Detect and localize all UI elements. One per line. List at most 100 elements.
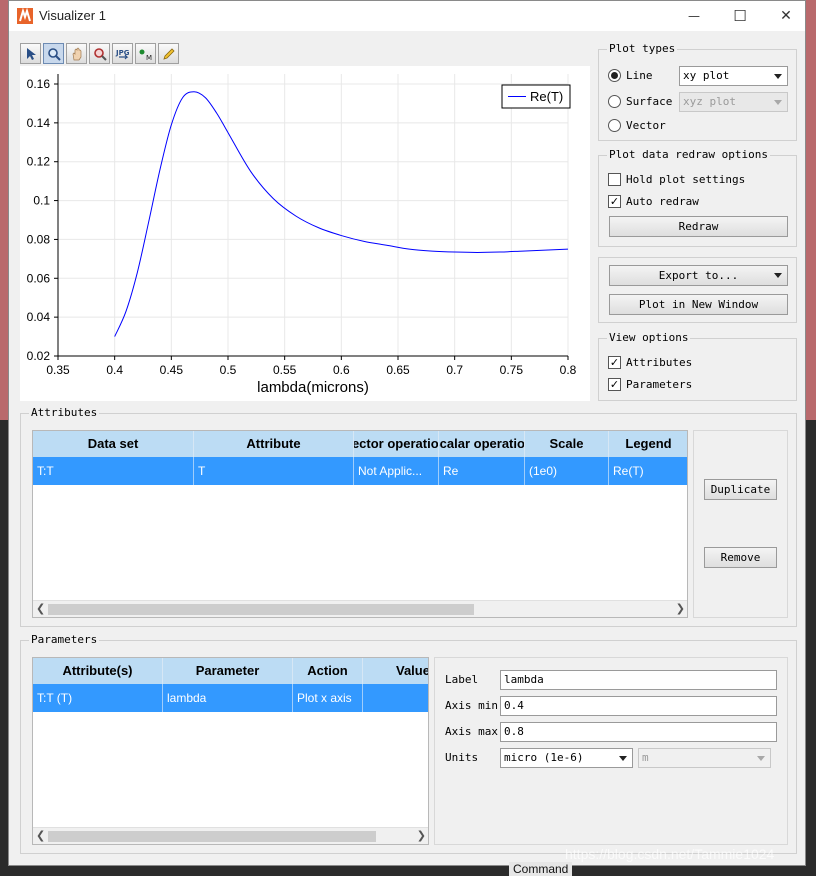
- attributes-title: Attributes: [29, 406, 100, 419]
- export-to-button[interactable]: Export to...: [609, 265, 788, 286]
- cell-attributes: T:T (T): [33, 684, 163, 712]
- axis-min-label: Axis min: [445, 699, 498, 712]
- view-options-title: View options: [607, 331, 691, 344]
- parameters-table-header: Attribute(s) Parameter Action Value: [33, 658, 428, 684]
- unit-symbol-combo: m: [638, 748, 771, 768]
- parameters-checkbox[interactable]: ✓: [608, 378, 621, 391]
- column-header-parameter[interactable]: Parameter: [163, 658, 293, 684]
- parameters-group: Parameters Attribute(s) Parameter Action…: [20, 633, 797, 854]
- pencil-button[interactable]: [158, 43, 179, 64]
- export-jpg-button[interactable]: JPG: [112, 43, 133, 64]
- x-tick-label: 0.5: [220, 363, 237, 377]
- surface-plot-combo: xyz plot: [679, 92, 788, 112]
- attributes-table[interactable]: Data set Attribute Vector operation Scal…: [32, 430, 688, 618]
- auto-redraw-checkbox[interactable]: ✓: [608, 195, 621, 208]
- scroll-right-icon[interactable]: ❯: [676, 602, 685, 615]
- close-button[interactable]: ✕: [763, 1, 805, 31]
- parameters-table[interactable]: Attribute(s) Parameter Action Value T:T …: [32, 657, 429, 845]
- units-combo[interactable]: micro (1e-6): [500, 748, 633, 768]
- parameters-horizontal-scrollbar[interactable]: ❮ ❯: [33, 827, 428, 844]
- x-tick-label: 0.45: [160, 363, 184, 377]
- column-header-legend[interactable]: Legend: [609, 431, 687, 457]
- surface-radio[interactable]: [608, 95, 621, 108]
- window-title: Visualizer 1: [39, 8, 106, 23]
- cell-value: [363, 684, 428, 712]
- label-input[interactable]: lambda: [500, 670, 777, 690]
- export-group: Export to... Plot in New Window: [598, 257, 797, 323]
- duplicate-button[interactable]: Duplicate: [704, 479, 777, 500]
- visualizer-window: Visualizer 1 — ☐ ✕ JPG M 0.35 0.4 0.45 0.5 0…: [8, 0, 806, 866]
- line-plot-combo-value: xy plot: [683, 69, 730, 82]
- close-icon: ✕: [780, 8, 792, 24]
- vector-radio[interactable]: [608, 119, 621, 132]
- cell-data-set: T:T: [33, 457, 194, 485]
- column-header-scale[interactable]: Scale: [525, 431, 609, 457]
- data-marker-button[interactable]: M: [135, 43, 156, 64]
- axis-min-input[interactable]: 0.4: [500, 696, 777, 716]
- column-header-scalar-operation[interactable]: Scalar operation: [439, 431, 525, 457]
- parameters-title: Parameters: [29, 633, 100, 646]
- x-tick-label: 0.6: [333, 363, 350, 377]
- remove-button[interactable]: Remove: [704, 547, 777, 568]
- pan-hand-icon: [72, 47, 81, 60]
- attributes-group: Attributes Data set Attribute Vector ope…: [20, 406, 797, 627]
- line-radio[interactable]: [608, 69, 621, 82]
- surface-plot-combo-value: xyz plot: [683, 95, 736, 108]
- scrollbar-thumb[interactable]: [48, 604, 474, 615]
- pencil-icon: [162, 47, 175, 60]
- column-header-action[interactable]: Action: [293, 658, 363, 684]
- column-header-attributes[interactable]: Attribute(s): [33, 658, 163, 684]
- attributes-checkbox[interactable]: ✓: [608, 356, 621, 369]
- pan-button[interactable]: [66, 43, 87, 64]
- scroll-left-icon[interactable]: ❮: [36, 829, 45, 842]
- line-plot-combo[interactable]: xy plot: [679, 66, 788, 86]
- hold-plot-checkbox[interactable]: [608, 173, 621, 186]
- x-axis-label: lambda(microns): [257, 379, 369, 396]
- redraw-options-title: Plot data redraw options: [607, 148, 770, 161]
- line-chart: 0.35 0.4 0.45 0.5 0.55 0.6 0.65 0.7 0.75 0.8 0.02 0…: [27, 74, 577, 396]
- surface-radio-label: Surface: [626, 95, 673, 108]
- parameters-checkbox-label: Parameters: [626, 378, 693, 391]
- column-header-value[interactable]: Value: [363, 658, 428, 684]
- hold-plot-label: Hold plot settings: [626, 173, 746, 186]
- export-jpg-icon: JPG: [115, 49, 129, 59]
- vector-radio-label: Vector: [626, 119, 666, 132]
- x-tick-label: 0.75: [500, 363, 524, 377]
- cell-attribute: T: [194, 457, 354, 485]
- attributes-horizontal-scrollbar[interactable]: ❮ ❯: [33, 600, 687, 617]
- table-row[interactable]: T:T T Not Applic... Re (1e0) Re(T): [33, 457, 687, 485]
- plot-canvas[interactable]: 0.35 0.4 0.45 0.5 0.55 0.6 0.65 0.7 0.75 0.8 0.02 0…: [20, 66, 590, 401]
- y-tick-label: 0.1: [33, 194, 50, 208]
- zoom-button[interactable]: [43, 43, 64, 64]
- view-options-group: View options ✓ Attributes ✓ Parameters: [598, 331, 797, 401]
- background-left-strip: [0, 0, 8, 420]
- scrollbar-thumb[interactable]: [48, 831, 376, 842]
- scroll-right-icon[interactable]: ❯: [417, 829, 426, 842]
- auto-redraw-label: Auto redraw: [626, 195, 699, 208]
- table-row[interactable]: T:T (T) lambda Plot x axis: [33, 684, 428, 712]
- zoom-tool-icon: [93, 47, 107, 61]
- chevron-down-icon: [757, 756, 765, 761]
- attributes-table-header: Data set Attribute Vector operation Scal…: [33, 431, 687, 457]
- export-to-label: Export to...: [658, 269, 739, 282]
- select-arrow-button[interactable]: [20, 43, 41, 64]
- plot-new-window-button[interactable]: Plot in New Window: [609, 294, 788, 315]
- command-tab[interactable]: Command: [509, 862, 573, 876]
- redraw-button[interactable]: Redraw: [609, 216, 788, 237]
- column-header-attribute[interactable]: Attribute: [194, 431, 354, 457]
- unit-symbol-value: m: [642, 751, 649, 764]
- attributes-checkbox-label: Attributes: [626, 356, 693, 369]
- minimize-icon: —: [688, 9, 700, 23]
- zoom-tool-button[interactable]: [89, 43, 110, 64]
- scroll-left-icon[interactable]: ❮: [36, 602, 45, 615]
- maximize-button[interactable]: ☐: [717, 1, 763, 31]
- column-header-vector-operation[interactable]: Vector operation: [354, 431, 439, 457]
- x-tick-label: 0.55: [273, 363, 297, 377]
- axis-max-input[interactable]: 0.8: [500, 722, 777, 742]
- watermark-text: https://blog.csdn.net/Tammie1024: [565, 846, 775, 862]
- y-tick-label: 0.14: [27, 116, 51, 130]
- minimize-button[interactable]: —: [671, 1, 717, 31]
- cell-legend: Re(T): [609, 457, 687, 485]
- chevron-down-icon: [774, 74, 782, 79]
- column-header-data-set[interactable]: Data set: [33, 431, 194, 457]
